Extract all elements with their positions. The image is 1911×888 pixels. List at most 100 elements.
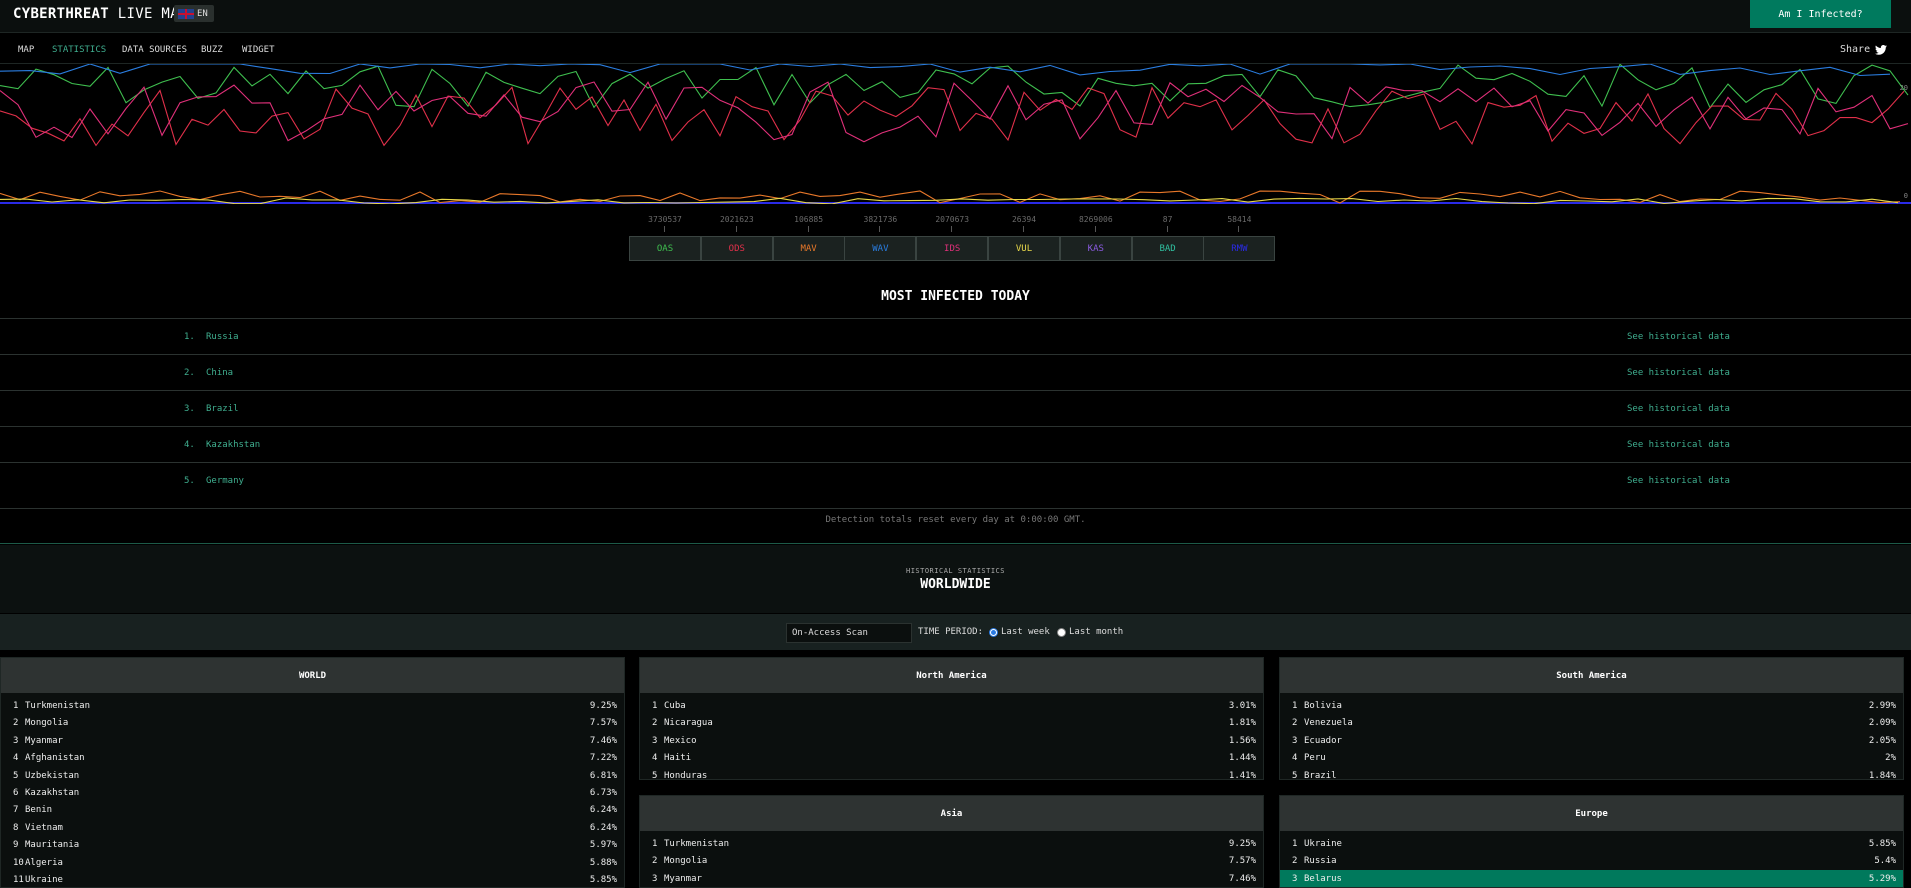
region-row[interactable]: 1 Turkmenistan 9.25% <box>1 697 624 714</box>
legend-item-rmw[interactable]: 58414 RMW <box>1203 215 1276 261</box>
historical-title: WORLDWIDE <box>920 577 991 592</box>
row-country[interactable]: Germany <box>206 476 244 486</box>
legend-item-bad[interactable]: 87 BAD <box>1131 215 1204 261</box>
region-row[interactable]: 3 Ecuador 2.05% <box>1280 732 1903 749</box>
legend-count: 87 <box>1162 215 1173 224</box>
region-value: 1.81% <box>1228 718 1256 729</box>
region-title: WORLD <box>1 658 624 693</box>
region-row[interactable]: 1 Cuba 3.01% <box>640 697 1263 714</box>
see-historical-link[interactable]: See historical data <box>1627 368 1730 378</box>
region-country: Haiti <box>664 753 692 764</box>
top-bar: CYBERTHREAT LIVE MAP EN Am I Infected? <box>0 0 1911 33</box>
region-row[interactable]: 5 Uzbekistan 6.81% <box>1 767 624 784</box>
region-row[interactable]: 6 Kazakhstan 6.73% <box>1 784 624 801</box>
legend-tick <box>1094 226 1096 232</box>
region-row[interactable]: 7 Benin 6.24% <box>1 801 624 818</box>
region-row[interactable]: 1 Bolivia 2.99% <box>1280 697 1903 714</box>
most-infected-row: 5. Germany See historical data <box>0 462 1911 498</box>
region-row[interactable]: 8 Vietnam 6.24% <box>1 819 624 836</box>
legend-label: RMW <box>1203 236 1276 261</box>
region-rank: 3 <box>1292 735 1298 746</box>
region-rank: 4 <box>652 753 658 764</box>
nav-data-sources[interactable]: DATA SOURCES <box>122 45 187 55</box>
region-row[interactable]: 10 Algeria 5.88% <box>1 854 624 871</box>
region-row[interactable]: 3 Belarus 5.29% <box>1280 869 1903 887</box>
region-country: Mongolia <box>25 718 69 729</box>
site-logo[interactable]: CYBERTHREAT LIVE MAP <box>13 6 188 22</box>
legend-label: MAV <box>772 236 845 261</box>
axis-label-top: 20 <box>1899 84 1908 92</box>
region-rank: 5 <box>652 770 658 780</box>
region-value: 9.25% <box>589 701 617 711</box>
legend-item-mav[interactable]: 106885 MAV <box>772 215 845 261</box>
share-button[interactable]: Share <box>1840 44 1888 55</box>
region-rank: 3 <box>652 873 658 884</box>
region-row[interactable]: 2 Nicaragua 1.81% <box>640 714 1263 731</box>
region-row[interactable]: 3 Myanmar 7.46% <box>640 870 1263 887</box>
nav-map[interactable]: MAP <box>18 45 34 55</box>
region-row[interactable]: 2 Venezuela 2.09% <box>1280 714 1903 731</box>
radio-last-week[interactable]: Last week <box>989 627 1050 637</box>
region-value: 7.57% <box>589 718 617 729</box>
detections-line-chart: 20 0 <box>0 64 1911 204</box>
region-row[interactable]: 2 Russia 5.4% <box>1280 852 1903 869</box>
legend-count: 3821736 <box>863 215 898 224</box>
see-historical-link[interactable]: See historical data <box>1627 404 1730 414</box>
region-value: 7.22% <box>589 753 617 764</box>
see-historical-link[interactable]: See historical data <box>1627 440 1730 450</box>
nav-statistics[interactable]: STATISTICS <box>52 45 106 55</box>
legend-count: 106885 <box>794 215 824 224</box>
region-row[interactable]: 5 Brazil 1.84% <box>1280 767 1903 779</box>
region-row[interactable]: 4 Afghanistan 7.22% <box>1 749 624 766</box>
legend-tick <box>951 226 953 232</box>
legend-item-ods[interactable]: 2021623 ODS <box>700 215 773 261</box>
see-historical-link[interactable]: See historical data <box>1627 476 1730 486</box>
region-country: Russia <box>1304 856 1337 867</box>
region-row[interactable]: 1 Turkmenistan 9.25% <box>640 835 1263 852</box>
radio-label: Last week <box>1001 627 1050 637</box>
region-row[interactable]: 9 Mauritania 5.97% <box>1 836 624 853</box>
legend-item-oas[interactable]: 3730537 OAS <box>629 215 701 261</box>
region-row[interactable]: 3 Myanmar 7.46% <box>1 732 624 749</box>
region-row[interactable]: 11 Ukraine 5.85% <box>1 871 624 887</box>
legend-item-kas[interactable]: 8269006 KAS <box>1059 215 1132 261</box>
am-i-infected-button[interactable]: Am I Infected? <box>1750 0 1891 28</box>
region-row[interactable]: 2 Mongolia 7.57% <box>640 852 1263 869</box>
region-rank: 4 <box>1292 753 1298 764</box>
radio-last-month[interactable]: Last month <box>1057 627 1123 637</box>
region-rank: 1 <box>13 701 19 711</box>
language-selector[interactable]: EN <box>174 5 214 22</box>
region-value: 2.05% <box>1868 735 1896 746</box>
region-country: Mongolia <box>664 856 708 867</box>
row-country[interactable]: Russia <box>206 332 239 342</box>
region-value: 6.73% <box>589 787 617 798</box>
region-rank: 2 <box>1292 856 1298 867</box>
region-row[interactable]: 2 Mongolia 7.57% <box>1 714 624 731</box>
legend-item-ids[interactable]: 2070673 IDS <box>916 215 989 261</box>
legend-tick <box>1238 226 1240 232</box>
legend-item-wav[interactable]: 3821736 WAV <box>844 215 917 261</box>
see-historical-link[interactable]: See historical data <box>1627 332 1730 342</box>
region-rank: 1 <box>1292 839 1298 849</box>
row-country[interactable]: Kazakhstan <box>206 440 260 450</box>
legend-item-vul[interactable]: 26394 VUL <box>988 215 1060 261</box>
row-country[interactable]: Brazil <box>206 404 239 414</box>
nav-buzz[interactable]: BUZZ <box>201 45 223 55</box>
region-row[interactable]: 4 Peru 2% <box>1280 749 1903 766</box>
region-country: Myanmar <box>664 873 702 884</box>
nav-widget[interactable]: WIDGET <box>242 45 275 55</box>
region-south-america: South America 1 Bolivia 2.99% 2 Venezuela 2.09… <box>1279 657 1904 780</box>
radio-checked-icon <box>989 627 998 637</box>
row-country[interactable]: China <box>206 368 233 378</box>
scan-type-select[interactable]: On-Access Scan <box>786 623 912 643</box>
region-value: 6.24% <box>589 805 617 816</box>
region-title: North America <box>640 658 1263 693</box>
radio-label: Last month <box>1069 627 1124 637</box>
region-row[interactable]: 5 Honduras 1.41% <box>640 767 1263 780</box>
region-country: Turkmenistan <box>664 839 730 849</box>
uk-flag-icon <box>178 8 194 19</box>
region-row[interactable]: 4 Haiti 1.44% <box>640 749 1263 766</box>
region-country: Algeria <box>25 857 63 868</box>
region-row[interactable]: 1 Ukraine 5.85% <box>1280 835 1903 852</box>
region-row[interactable]: 3 Mexico 1.56% <box>640 732 1263 749</box>
